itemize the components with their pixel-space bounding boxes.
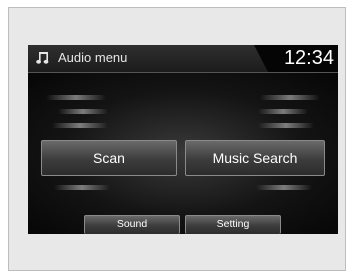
setting-button[interactable]: Setting (185, 215, 281, 234)
clock-display: 12:34 (283, 47, 334, 69)
clock-tab: 12:34 (254, 45, 338, 72)
light-streak (52, 123, 108, 128)
light-streak (258, 109, 308, 114)
light-streak (46, 95, 106, 100)
light-streak (258, 123, 314, 128)
light-streak (58, 109, 108, 114)
audio-menu-screen: Audio menu 12:34 Scan Music Search Sound… (28, 45, 338, 234)
header-bar: Audio menu 12:34 (28, 45, 338, 73)
light-streak (54, 185, 110, 190)
scan-button[interactable]: Scan (41, 140, 177, 176)
page-title: Audio menu (58, 50, 128, 65)
music-search-button[interactable]: Music Search (185, 140, 325, 176)
light-streak (260, 95, 320, 100)
sound-button[interactable]: Sound (84, 215, 180, 234)
music-note-icon (36, 51, 50, 65)
light-streak (256, 185, 312, 190)
